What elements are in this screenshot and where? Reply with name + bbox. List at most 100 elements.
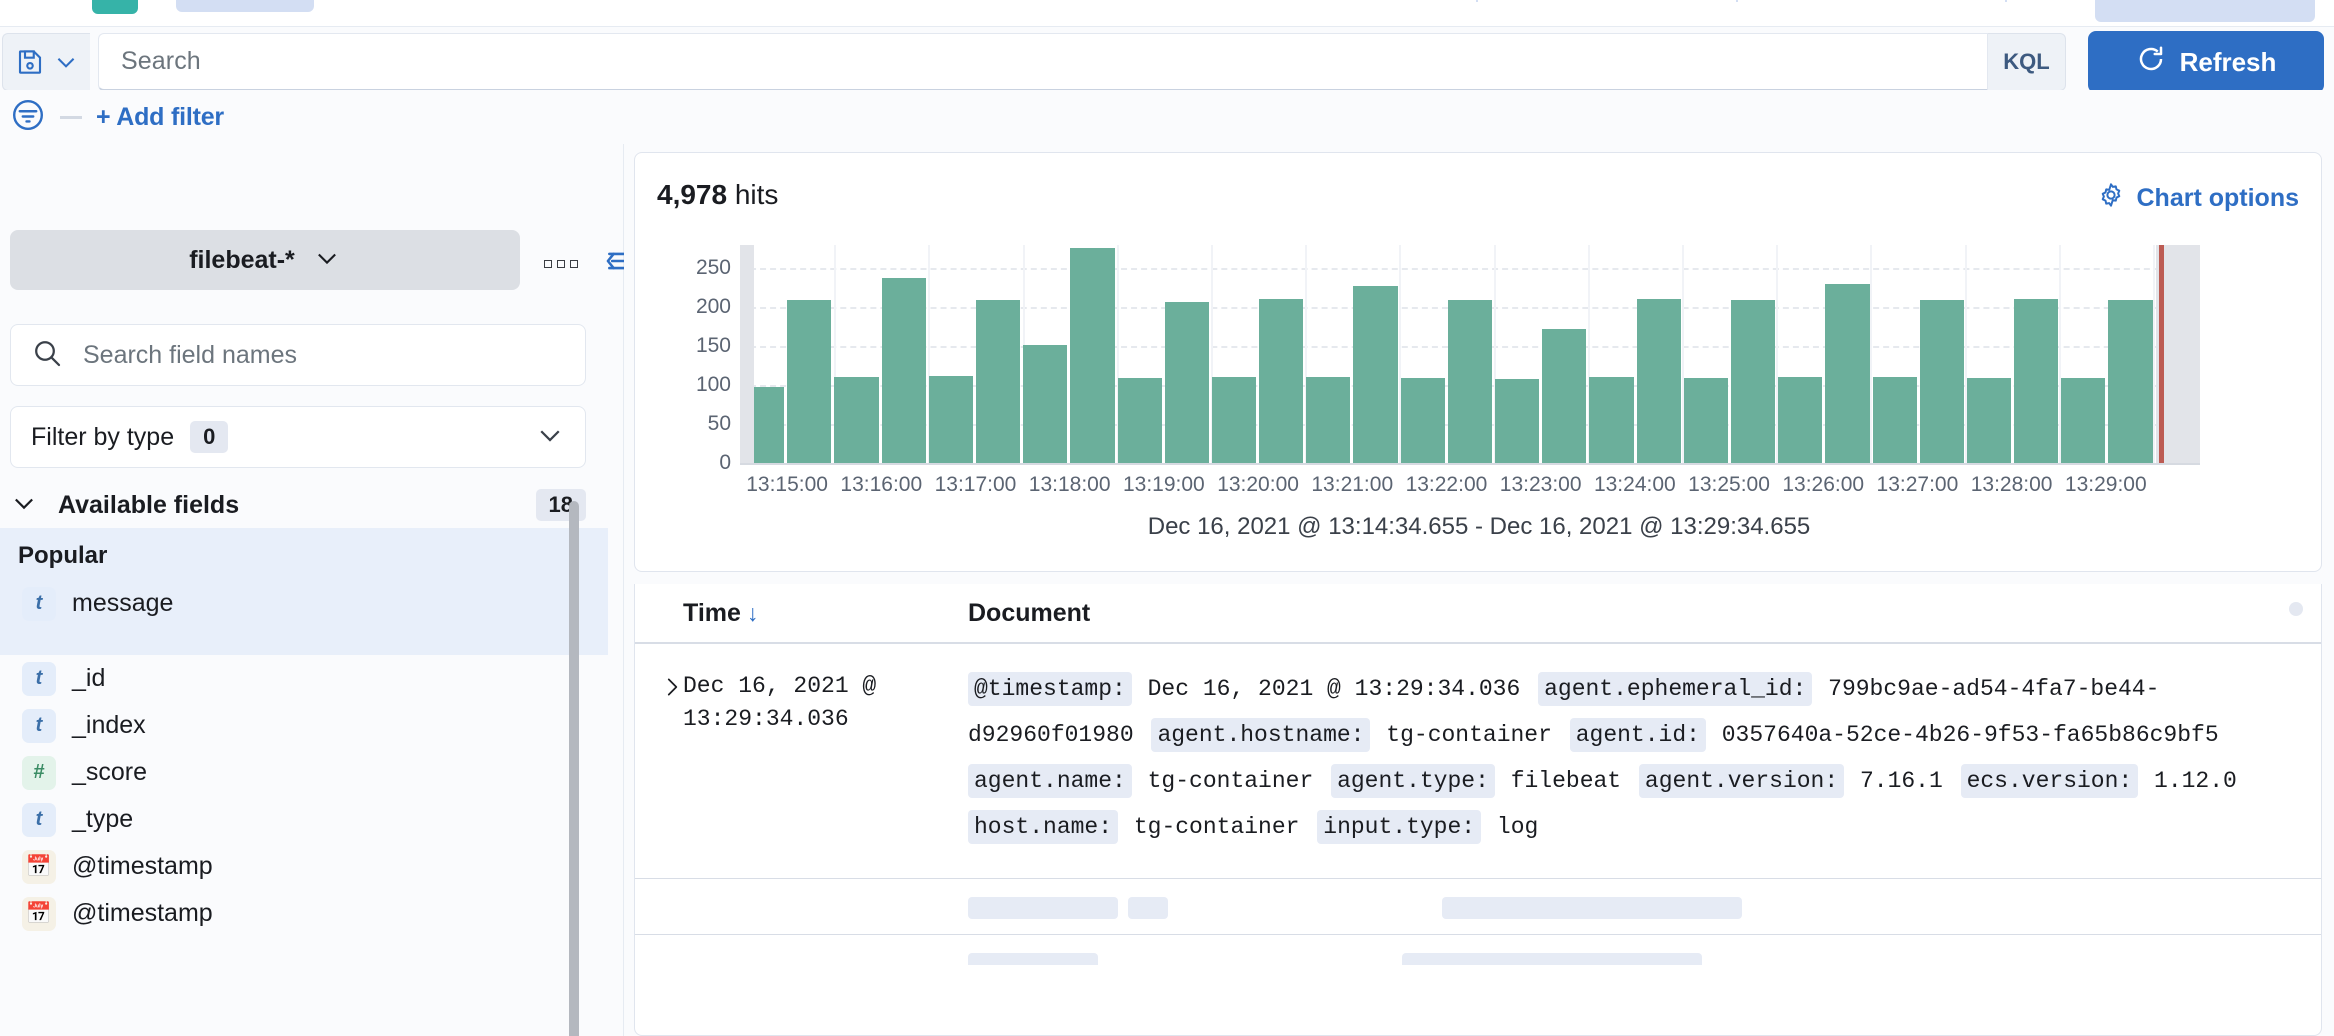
bar[interactable]: [1070, 248, 1115, 463]
bar[interactable]: [2014, 298, 2059, 463]
sidebar-scrollbar[interactable]: [569, 501, 579, 1036]
field-name: _index: [72, 711, 146, 739]
table-row[interactable]: [635, 935, 2321, 965]
field-name: message: [72, 589, 174, 617]
list-item[interactable]: t _index: [0, 702, 608, 749]
bar[interactable]: [1589, 377, 1634, 463]
y-tick-label: 50: [707, 412, 731, 436]
hits-count: 4,978: [657, 179, 728, 210]
y-tick-label: 250: [695, 256, 731, 280]
bar[interactable]: [1306, 377, 1351, 463]
chart-date-range: Dec 16, 2021 @ 13:14:34.655 - Dec 16, 20…: [1147, 513, 1811, 540]
bar[interactable]: [1353, 286, 1398, 463]
grid-dots-icon[interactable]: [544, 259, 578, 268]
bar[interactable]: [1117, 378, 1162, 463]
bar[interactable]: [1400, 378, 1445, 463]
column-header-time[interactable]: Time ↓: [683, 599, 758, 628]
bar[interactable]: [1778, 376, 1823, 463]
add-filter-button[interactable]: + Add filter: [96, 103, 224, 132]
plot-area[interactable]: [740, 245, 2200, 463]
bar[interactable]: [1164, 301, 1209, 463]
table-row[interactable]: [635, 879, 2321, 935]
bar[interactable]: [787, 299, 832, 463]
list-item[interactable]: 📅 @timestamp: [0, 843, 608, 890]
bar[interactable]: [2061, 378, 2106, 463]
doc-field-key: agent.hostname:: [1151, 718, 1371, 752]
bar[interactable]: [1447, 299, 1492, 463]
list-item[interactable]: t message: [0, 580, 608, 627]
bar[interactable]: [1495, 378, 1540, 463]
column-resize-handle[interactable]: [2289, 602, 2303, 616]
bar[interactable]: [1542, 329, 1587, 463]
list-item[interactable]: # _score: [0, 749, 608, 796]
filter-bar-divider: [60, 115, 82, 119]
list-item[interactable]: t _type: [0, 796, 608, 843]
bar[interactable]: [1259, 298, 1304, 463]
y-tick-label: 150: [695, 334, 731, 358]
index-pattern-select[interactable]: filebeat-*: [10, 230, 520, 290]
bar[interactable]: [1730, 300, 1776, 463]
bar[interactable]: [1211, 377, 1257, 463]
bar[interactable]: [1872, 377, 1917, 463]
doc-field-key: @timestamp:: [968, 672, 1132, 706]
expand-row-icon[interactable]: [659, 672, 685, 707]
doc-field-key: host.name:: [968, 810, 1119, 844]
bar[interactable]: [1023, 345, 1068, 463]
bar[interactable]: [1919, 300, 1964, 463]
saved-query-button[interactable]: [2, 33, 90, 91]
doc-field-value: tg-container: [1120, 814, 1314, 840]
x-axis-ticks: 13:15:00 13:16:00 13:17:00 13:18:00 13:19:00…: [740, 473, 2200, 503]
save-disk-icon: [15, 47, 45, 77]
bar[interactable]: [2108, 299, 2153, 463]
table-row[interactable]: Dec 16, 2021 @ 13:29:34.036 @timestamp: …: [635, 644, 2321, 879]
x-tick-label: 13:27:00: [1876, 473, 1959, 496]
doc-field-key: agent.type:: [1331, 764, 1495, 798]
list-item[interactable]: 📅 @timestamp: [0, 890, 608, 937]
popular-fields-group: Popular t message: [0, 528, 608, 655]
string-field-icon: t: [22, 802, 56, 837]
bar[interactable]: [928, 375, 973, 463]
field-search-input[interactable]: Search field names: [10, 324, 586, 386]
chevron-down-icon: [53, 49, 79, 75]
filter-options-icon[interactable]: [10, 97, 46, 138]
doc-field-value: 0357640a-52ce-4b26-9f53-fa65b86c9bf5: [1707, 722, 2219, 748]
search-input[interactable]: Search: [98, 33, 1988, 91]
column-header-document[interactable]: Document: [968, 599, 1090, 628]
bar[interactable]: [1683, 378, 1728, 463]
bar[interactable]: [834, 377, 879, 463]
y-axis-ticks: 0 50 100 150 200 250: [635, 241, 731, 474]
hits-summary: 4,978 hits: [657, 179, 778, 211]
leading-partial-bucket-overlay: [740, 245, 754, 463]
doc-field-key: agent.version:: [1638, 764, 1845, 798]
row-document-summary-partial: [968, 953, 2285, 965]
nav-action-pill[interactable]: [2095, 0, 2315, 22]
doc-field-key: agent.name:: [968, 764, 1132, 798]
bar[interactable]: [1636, 298, 1681, 463]
query-bar: Search KQL Refresh: [0, 26, 2334, 93]
bar[interactable]: [1966, 378, 2012, 463]
column-header-time-label: Time: [683, 598, 741, 627]
filter-by-type-count: 0: [190, 421, 229, 453]
bar[interactable]: [1825, 283, 1870, 463]
x-tick-label: 13:15:00: [746, 473, 828, 496]
string-field-icon: t: [22, 661, 56, 696]
number-field-icon: #: [22, 755, 56, 790]
nav-app-pill[interactable]: [176, 0, 314, 12]
x-tick-label: 13:21:00: [1311, 473, 1394, 496]
x-tick-label: 13:23:00: [1499, 473, 1582, 496]
query-language-button[interactable]: KQL: [1988, 33, 2066, 91]
bar-series: [740, 245, 2200, 463]
bar[interactable]: [881, 278, 926, 463]
chart-options-button[interactable]: Chart options: [2097, 181, 2299, 216]
field-list: Popular t message t _id t _index # _scor…: [0, 528, 608, 937]
filter-by-type-button[interactable]: Filter by type 0: [10, 406, 586, 468]
available-fields-header[interactable]: Available fields 18: [10, 484, 586, 526]
documents-table: Time ↓ Document Dec 16, 2021 @ 13:29:34.…: [634, 584, 2322, 1036]
refresh-button[interactable]: Refresh: [2088, 31, 2324, 93]
string-field-icon: t: [22, 586, 56, 621]
field-name: _score: [72, 758, 148, 786]
search-icon: [31, 337, 63, 374]
bar[interactable]: [975, 300, 1021, 463]
list-item[interactable]: t _id: [0, 655, 608, 702]
chevron-down-icon: [535, 420, 565, 455]
